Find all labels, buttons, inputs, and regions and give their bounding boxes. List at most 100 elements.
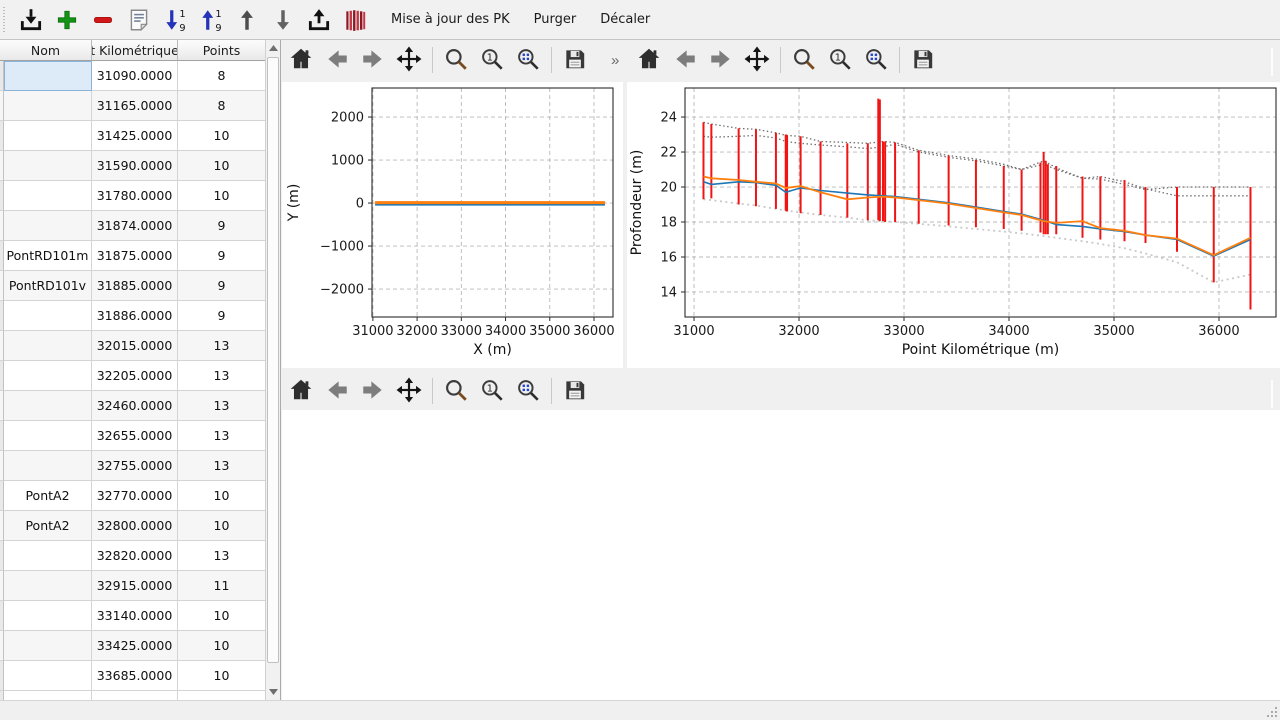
zoom-button[interactable] [788,44,820,76]
cell-point-kilometrique[interactable]: 31590.0000 [92,151,178,181]
profiles-button[interactable] [337,3,373,37]
move-up-button[interactable] [229,3,265,37]
zoom-one-button[interactable]: 1 [824,44,856,76]
cell-empty[interactable] [92,691,178,700]
remove-button[interactable] [85,3,121,37]
cell-point-kilometrique[interactable]: 31886.0000 [92,301,178,331]
cell-point-kilometrique[interactable]: 31780.0000 [92,181,178,211]
sort-ascending-button[interactable]: 19 [157,3,193,37]
pan-button[interactable] [741,44,773,76]
zoom-fit-button[interactable] [512,375,544,407]
export-button[interactable] [301,3,337,37]
cell-points[interactable]: 9 [178,301,266,331]
cell-points[interactable]: 9 [178,271,266,301]
cell-point-kilometrique[interactable]: 32655.0000 [92,421,178,451]
column-header-nom[interactable]: Nom [0,40,92,61]
cell-points[interactable]: 13 [178,451,266,481]
zoom-one-button[interactable]: 1 [476,375,508,407]
zoom-one-button[interactable]: 1 [476,44,508,76]
cell-points[interactable]: 10 [178,151,266,181]
sort-descending-button[interactable]: 19 [193,3,229,37]
cell-points[interactable]: 13 [178,331,266,361]
zoom-button[interactable] [440,44,472,76]
cell-point-kilometrique[interactable]: 31165.0000 [92,91,178,121]
cell-nom[interactable] [4,601,92,631]
action-button-2[interactable]: Décaler [588,3,662,37]
cell-nom[interactable]: PontRD101v [4,271,92,301]
cell-point-kilometrique[interactable]: 32755.0000 [92,451,178,481]
home-button[interactable] [285,44,317,76]
cell-nom[interactable] [4,451,92,481]
depth-profile-chart-canvas[interactable]: 3100032000330003400035000360001416182022… [627,82,1280,368]
back-button[interactable] [669,44,701,76]
cell-nom[interactable] [4,661,92,691]
cell-points[interactable]: 13 [178,391,266,421]
save-button[interactable] [559,375,591,407]
cell-point-kilometrique[interactable]: 32205.0000 [92,361,178,391]
empty-chart-canvas[interactable] [282,410,1280,700]
cell-nom[interactable] [4,391,92,421]
cell-nom[interactable] [4,331,92,361]
home-button[interactable] [285,375,317,407]
cell-points[interactable]: 10 [178,511,266,541]
notes-button[interactable] [121,3,157,37]
cell-point-kilometrique[interactable]: 31425.0000 [92,121,178,151]
cell-nom[interactable]: PontA2 [4,481,92,511]
cell-point-kilometrique[interactable]: 32015.0000 [92,331,178,361]
toolbar-grip[interactable] [2,7,9,33]
cell-nom[interactable] [4,91,92,121]
back-button[interactable] [321,44,353,76]
cell-nom[interactable]: PontRD101m [4,241,92,271]
cell-point-kilometrique[interactable]: 31875.0000 [92,241,178,271]
cell-point-kilometrique[interactable]: 33425.0000 [92,631,178,661]
cell-nom[interactable] [4,571,92,601]
table-scrollbar[interactable] [265,40,280,700]
cell-nom[interactable] [4,631,92,661]
scroll-up-arrow-icon[interactable] [266,40,280,56]
cell-points[interactable]: 9 [178,241,266,271]
pan-button[interactable] [393,375,425,407]
pan-button[interactable] [393,44,425,76]
cell-points[interactable]: 10 [178,181,266,211]
cell-empty[interactable] [4,691,92,700]
cell-nom[interactable] [4,121,92,151]
add-button[interactable] [49,3,85,37]
cell-nom[interactable] [4,211,92,241]
resize-grip-icon[interactable] [1265,705,1278,718]
cell-nom[interactable] [4,61,92,91]
cell-empty[interactable] [178,691,266,700]
cell-points[interactable]: 10 [178,631,266,661]
cell-nom[interactable] [4,151,92,181]
back-button[interactable] [321,375,353,407]
cell-point-kilometrique[interactable]: 32820.0000 [92,541,178,571]
cell-point-kilometrique[interactable]: 32770.0000 [92,481,178,511]
home-button[interactable] [633,44,665,76]
scroll-down-arrow-icon[interactable] [266,684,280,700]
toolbar-overflow-button[interactable]: » [605,52,625,69]
cell-nom[interactable] [4,541,92,571]
cell-points[interactable]: 10 [178,661,266,691]
cell-points[interactable]: 10 [178,601,266,631]
cell-points[interactable]: 8 [178,61,266,91]
action-button-1[interactable]: Purger [522,3,589,37]
forward-button[interactable] [705,44,737,76]
cell-points[interactable]: 13 [178,421,266,451]
cell-point-kilometrique[interactable]: 31885.0000 [92,271,178,301]
cell-nom[interactable]: PontA2 [4,511,92,541]
forward-button[interactable] [357,375,389,407]
cell-points[interactable]: 8 [178,91,266,121]
forward-button[interactable] [357,44,389,76]
cell-points[interactable]: 13 [178,361,266,391]
plan-view-chart-canvas[interactable]: 310003200033000340003500036000−2000−1000… [282,82,623,368]
import-button[interactable] [13,3,49,37]
cell-point-kilometrique[interactable]: 31874.0000 [92,211,178,241]
cell-point-kilometrique[interactable]: 31090.0000 [92,61,178,91]
save-button[interactable] [907,44,939,76]
cell-points[interactable]: 10 [178,121,266,151]
cell-point-kilometrique[interactable]: 32460.0000 [92,391,178,421]
cell-points[interactable]: 10 [178,481,266,511]
cell-point-kilometrique[interactable]: 33140.0000 [92,601,178,631]
cell-nom[interactable] [4,361,92,391]
cell-nom[interactable] [4,181,92,211]
move-down-button[interactable] [265,3,301,37]
